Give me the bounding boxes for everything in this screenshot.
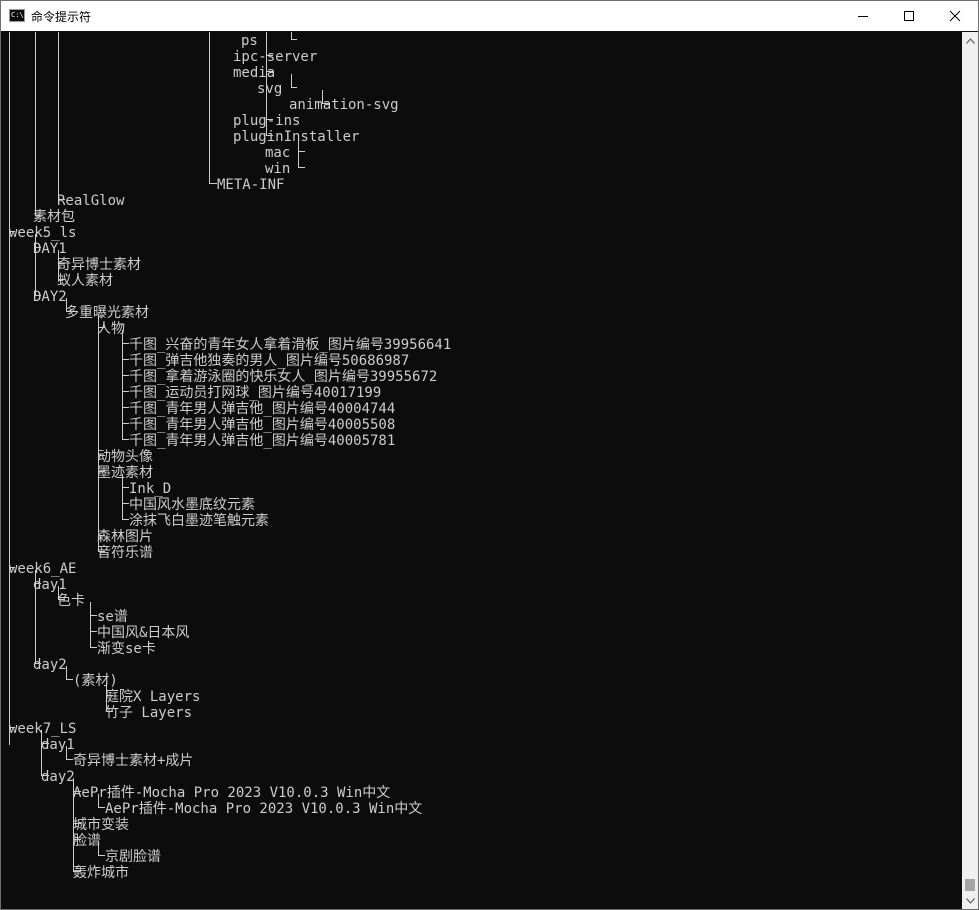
scrollbar-thumb[interactable] — [965, 879, 975, 891]
console-line: AePr插件-Mocha Pro 2023 V10.0.3 Win中文 — [105, 801, 422, 817]
console-line: 脸谱 — [73, 833, 101, 849]
console-line: 涂抹飞白墨迹笔触元素 — [129, 513, 269, 529]
maximize-button[interactable] — [886, 1, 932, 31]
scroll-up-button[interactable] — [962, 32, 978, 49]
console-line: se谱 — [97, 609, 128, 625]
console-line: 千图_青年男人弹吉他_图片编号40005781 — [129, 433, 395, 449]
console-line: day1 — [41, 737, 75, 753]
console-line: 奇异博士素材 — [57, 256, 141, 273]
console-line: svg — [257, 81, 282, 97]
console-line: 奇异博士素材+成片 — [73, 752, 193, 769]
console-line: DAY1 — [33, 241, 67, 257]
console-line: week6_AE — [9, 561, 76, 577]
title-bar[interactable]: C:\. 命令提示符 — [1, 1, 978, 31]
console-line: 中国风水墨底纹元素 — [129, 497, 255, 513]
close-button[interactable] — [932, 1, 978, 31]
console-line: week7_LS — [9, 721, 76, 737]
console-line: 素材包 — [33, 209, 75, 225]
console-line: 京剧脸谱 — [105, 849, 161, 865]
console-line: DAY2 — [33, 289, 67, 305]
console-line: day2 — [33, 657, 67, 673]
console-line: 城市变装 — [73, 816, 129, 833]
console-line: 千图_弹吉他独奏的男人_图片编号50686987 — [129, 353, 409, 369]
console-line: day2 — [41, 769, 75, 785]
console-line: 千图_运动员打网球_图片编号40017199 — [129, 384, 381, 401]
console-line: 千图_拿着游泳圈的快乐女人_图片编号39955672 — [129, 368, 437, 385]
window-title: 命令提示符 — [31, 10, 92, 24]
console-line: day1 — [33, 577, 67, 593]
console-line: mac — [265, 145, 290, 161]
console-line: 千图_青年男人弹吉他_图片编号40004744 — [129, 401, 395, 417]
cmd-window: C:\. 命令提示符 — [0, 0, 979, 910]
console-line: 音符乐谱 — [97, 544, 153, 561]
console-line: 人物 — [97, 321, 125, 337]
console-line: 动物头像 — [97, 449, 153, 465]
console-line: ps — [241, 33, 258, 49]
console-line: 墨迹素材 — [97, 465, 153, 481]
console-line: 千图_兴奋的青年女人拿着滑板_图片编号39956641 — [129, 336, 451, 353]
console-line: RealGlow — [57, 193, 125, 209]
console-line: 竹子 Layers — [105, 705, 192, 721]
console-output[interactable]: ps ipc-server media svg animation-svg plug-in… — [1, 32, 962, 909]
console-line: ipc-server — [233, 49, 317, 65]
console-line: week5_ls — [9, 225, 76, 241]
scroll-down-arrow-icon — [965, 897, 975, 904]
maximize-icon — [904, 11, 914, 21]
console-line: 渐变se卡 — [97, 641, 156, 657]
console-line: 色卡 — [57, 592, 85, 609]
console-line: 中国风&日本风 — [97, 625, 189, 641]
console-line: 庭院X Layers — [105, 688, 200, 705]
cmd-app-icon[interactable]: C:\. — [9, 9, 25, 22]
minimize-icon — [858, 16, 868, 17]
console-line: 多重曝光素材 — [65, 304, 149, 321]
console-line: 轰炸城市 — [73, 864, 129, 881]
console-line: media — [233, 65, 275, 81]
scroll-down-button[interactable] — [962, 892, 978, 909]
console-line: (素材) — [73, 673, 118, 689]
console-lines: psipc-servermediasvg animation-svgplug-in… — [9, 33, 451, 881]
console-line: 森林图片 — [97, 529, 153, 545]
console-text-area: psipc-servermediasvg animation-svgplug-in… — [9, 32, 451, 881]
vertical-scrollbar[interactable] — [962, 32, 978, 909]
console-line: 蚁人素材 — [57, 273, 113, 289]
console-line: AePr插件-Mocha Pro 2023 V10.0.3 Win中文 — [73, 785, 390, 801]
console-line: META-INF — [217, 177, 284, 193]
close-icon — [949, 10, 961, 22]
console-line: plug-ins — [233, 113, 300, 129]
console-line: Ink_D — [129, 481, 171, 497]
minimize-button[interactable] — [840, 1, 886, 31]
console-line: animation-svg — [289, 97, 399, 113]
scroll-up-arrow-icon — [965, 37, 975, 44]
console-line: win — [265, 161, 290, 177]
console-line: 千图_青年男人弹吉他_图片编号40005508 — [129, 417, 395, 433]
console-line: pluginInstaller — [233, 129, 359, 145]
